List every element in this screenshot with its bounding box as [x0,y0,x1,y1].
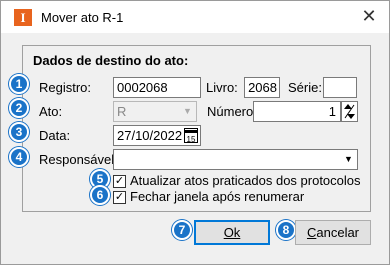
step-badge-1: 1 [9,74,29,94]
step-badge-7: 7 [172,220,192,240]
numero-label: Número: [207,104,257,119]
numero-spinner[interactable] [341,101,358,122]
data-input[interactable]: 27/10/2022 15 [113,125,201,146]
svg-text:15: 15 [187,135,196,143]
calendar-icon[interactable]: 15 [184,128,198,144]
dialog-window: I Mover ato R-1 ✕ Dados de destino do at… [0,0,390,265]
registro-label: Registro: [39,80,92,95]
close-button[interactable]: ✕ [349,1,389,33]
numero-input[interactable]: 1 [253,101,341,122]
atualizar-label[interactable]: Atualizar atos praticados dos protocolos [130,173,361,188]
step-badge-2: 2 [9,98,29,118]
chevron-down-icon: ▼ [344,154,353,164]
serie-input[interactable] [323,77,357,98]
ok-button-label: Ok [223,225,241,240]
fechar-label[interactable]: Fechar janela após renumerar [130,189,304,204]
group-title: Dados de destino do ato: [33,53,189,68]
fechar-checkbox[interactable]: ✓ [113,191,126,204]
cancelar-button-label: Cancelar [306,225,360,240]
ato-select-value: R [117,104,127,119]
window-title: Mover ato R-1 [41,10,124,25]
spinner-icon [344,104,355,119]
registro-input[interactable]: 0002068 [113,77,201,98]
step-badge-3: 3 [9,122,29,142]
ato-label: Ato: [39,104,63,119]
title-bar[interactable]: I Mover ato R-1 ✕ [1,1,389,33]
close-icon: ✕ [361,6,377,26]
step-badge-8: 8 [276,220,296,240]
ato-select[interactable]: R ▼ [113,101,197,122]
step-badge-6: 6 [90,185,110,205]
step-badge-4: 4 [9,147,29,167]
chevron-down-icon: ▼ [183,106,192,116]
app-icon: I [14,9,32,26]
serie-label: Série: [288,80,322,95]
data-value: 27/10/2022 [117,128,183,143]
livro-input[interactable]: 2068 [244,77,280,98]
atualizar-checkbox[interactable]: ✓ [113,175,126,188]
responsavel-select[interactable]: ▼ [113,149,358,170]
ok-button[interactable]: Ok [194,220,270,245]
data-label: Data: [39,128,71,143]
responsavel-label: Responsável: [39,152,118,167]
livro-label: Livro: [206,80,238,95]
cancelar-button[interactable]: Cancelar [295,220,371,245]
